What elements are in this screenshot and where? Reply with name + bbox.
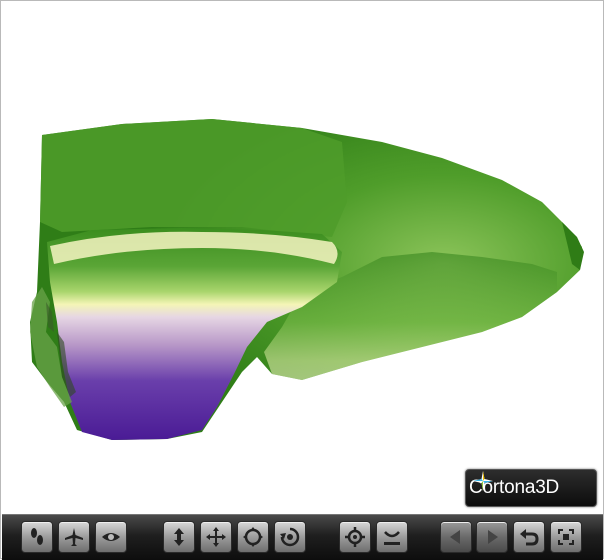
cortona-star-icon	[473, 471, 493, 491]
cortona3d-logo[interactable]: Cortona3D	[465, 469, 597, 507]
terrain-model	[30, 119, 584, 440]
fit-frame-icon	[558, 529, 574, 545]
roll-icon	[280, 527, 300, 547]
fly-mode-button[interactable]	[58, 521, 90, 553]
turn-button[interactable]	[237, 521, 269, 553]
crosshair-icon	[345, 527, 365, 547]
next-viewpoint-button[interactable]	[476, 521, 508, 553]
restore-button[interactable]	[513, 521, 545, 553]
triangle-right-icon	[488, 530, 498, 544]
3d-viewport[interactable]: Cortona3D	[2, 2, 603, 513]
footsteps-icon	[31, 528, 43, 545]
turn-icon	[243, 527, 263, 547]
fit-button[interactable]	[550, 521, 582, 553]
roll-button[interactable]	[274, 521, 306, 553]
eye-icon	[102, 533, 120, 541]
plan-button[interactable]	[163, 521, 195, 553]
align-button[interactable]	[376, 521, 408, 553]
navigation-toolbar	[2, 514, 603, 560]
pan-button[interactable]	[200, 521, 232, 553]
align-icon	[384, 531, 400, 545]
undo-arrow-icon	[520, 529, 539, 546]
goto-button[interactable]	[339, 521, 371, 553]
up-down-arrow-icon	[174, 528, 184, 546]
plane-icon	[65, 528, 83, 546]
previous-viewpoint-button[interactable]	[440, 521, 472, 553]
study-mode-button[interactable]	[95, 521, 127, 553]
walk-mode-button[interactable]	[21, 521, 53, 553]
viewer-frame: Cortona3D	[0, 0, 604, 560]
four-way-arrow-icon	[206, 527, 226, 547]
triangle-left-icon	[450, 530, 460, 544]
